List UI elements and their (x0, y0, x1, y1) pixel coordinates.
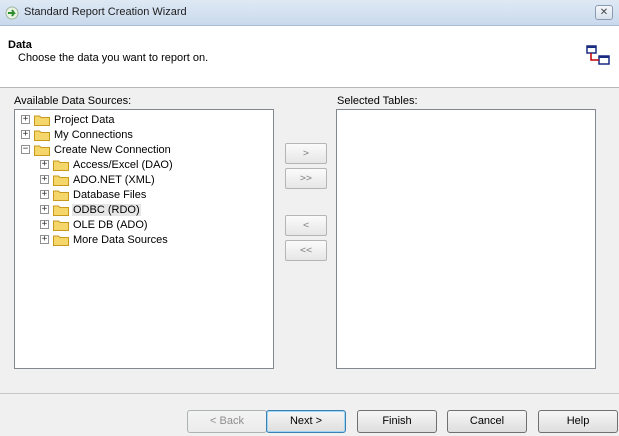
close-button[interactable]: ✕ (595, 5, 613, 20)
window-title: Standard Report Creation Wizard (24, 6, 187, 18)
wizard-arrow-icon (5, 6, 19, 20)
tree-item-my-connections[interactable]: + My Connections (21, 127, 134, 142)
tree-item-label: Access/Excel (DAO) (73, 158, 173, 171)
folder-open-icon (34, 145, 50, 156)
page-title: Data (8, 39, 32, 51)
folder-icon (53, 175, 69, 186)
close-icon: ✕ (599, 7, 609, 18)
tree-item-label: Create New Connection (54, 143, 171, 156)
tree-item-project-data[interactable]: + Project Data (21, 112, 116, 127)
tree-item-label: More Data Sources (73, 233, 168, 246)
cancel-button[interactable]: Cancel (447, 410, 527, 433)
folder-icon (53, 190, 69, 201)
folder-icon (34, 115, 50, 126)
tree-item-database-files[interactable]: + Database Files (40, 187, 147, 202)
expand-icon[interactable]: + (40, 205, 49, 214)
expand-icon[interactable]: + (40, 220, 49, 229)
tree-item-odbc[interactable]: + ODBC (RDO) (40, 202, 141, 217)
wizard-footer: < Back Next > Finish Cancel Help (0, 393, 619, 436)
finish-button[interactable]: Finish (357, 410, 437, 433)
back-button[interactable]: < Back (187, 410, 267, 433)
remove-all-tables-button[interactable]: << (285, 240, 327, 261)
wizard-body: Available Data Sources: Selected Tables:… (0, 88, 619, 393)
add-all-tables-button[interactable]: >> (285, 168, 327, 189)
tree-item-more-data-sources[interactable]: + More Data Sources (40, 232, 169, 247)
add-table-button[interactable]: > (285, 143, 327, 164)
folder-icon (53, 220, 69, 231)
tree-item-label: ODBC (RDO) (72, 203, 141, 216)
expand-icon[interactable]: + (40, 190, 49, 199)
expand-icon[interactable]: + (40, 175, 49, 184)
tree-item-label: Project Data (54, 113, 115, 126)
available-sources-label: Available Data Sources: (14, 95, 132, 107)
folder-icon (34, 130, 50, 141)
page-subtitle: Choose the data you want to report on. (18, 52, 209, 64)
folder-icon (53, 160, 69, 171)
selected-tables-list[interactable] (336, 109, 596, 369)
expand-icon[interactable]: + (21, 115, 30, 124)
selected-tables-label: Selected Tables: (337, 95, 418, 107)
tree-item-label: My Connections (54, 128, 133, 141)
tree-item-label: Database Files (73, 188, 147, 201)
tree-item-create-new-connection[interactable]: − Create New Connection (21, 142, 172, 157)
folder-icon (53, 235, 69, 246)
tree-item-ole-db[interactable]: + OLE DB (ADO) (40, 217, 149, 232)
tree-item-label: OLE DB (ADO) (73, 218, 148, 231)
help-button[interactable]: Help (538, 410, 618, 433)
title-bar: Standard Report Creation Wizard ✕ (0, 0, 619, 26)
wizard-header: Data Choose the data you want to report … (0, 26, 619, 88)
next-button[interactable]: Next > (266, 410, 346, 433)
remove-table-button[interactable]: < (285, 215, 327, 236)
collapse-icon[interactable]: − (21, 145, 30, 154)
available-sources-tree[interactable]: + Project Data + My Connections − Create… (14, 109, 274, 369)
tree-item-ado-net[interactable]: + ADO.NET (XML) (40, 172, 156, 187)
tree-item-access-excel[interactable]: + Access/Excel (DAO) (40, 157, 174, 172)
folder-icon (53, 205, 69, 216)
expand-icon[interactable]: + (40, 160, 49, 169)
tables-link-icon (586, 45, 610, 65)
expand-icon[interactable]: + (21, 130, 30, 139)
tree-item-label: ADO.NET (XML) (73, 173, 155, 186)
expand-icon[interactable]: + (40, 235, 49, 244)
